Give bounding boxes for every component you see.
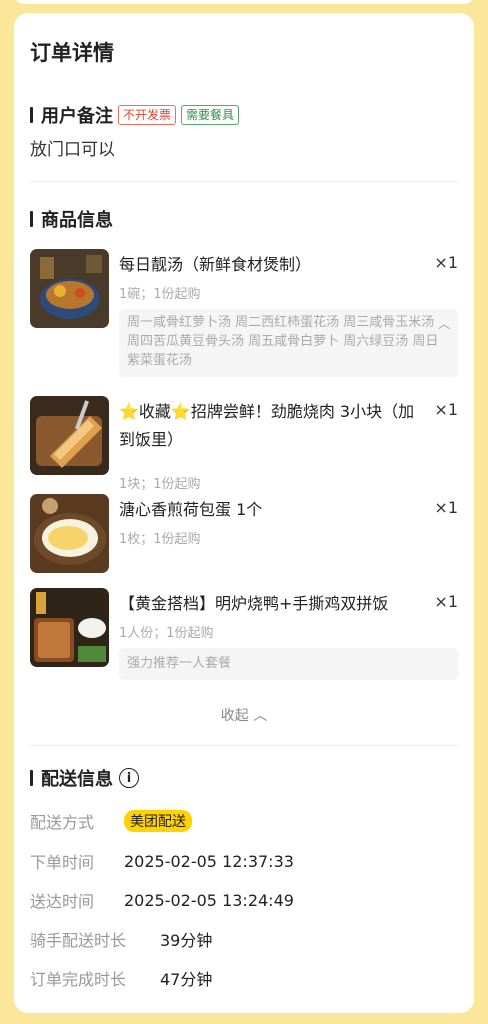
arrive-time-row: 送达时间 2025-02-05 13:24:49 (30, 888, 294, 912)
soup-image (30, 249, 109, 328)
section-marker (30, 770, 33, 786)
product-qty: ×1 (434, 498, 458, 517)
delivery-method-label: 配送方式 (30, 813, 95, 832)
product-name: 【黄金搭档】明炉烧鸭+手撕鸡双拼饭 (119, 594, 389, 613)
complete-duration-value: 47分钟 (160, 970, 213, 989)
need-cutlery-tag: 需要餐具 (181, 105, 240, 125)
product-item[interactable]: 【黄金搭档】明炉烧鸭+手撕鸡双拼饭 ×1 1人份；1份起购 强力推荐一人套餐 (30, 588, 458, 688)
no-invoice-tag: 不开发票 (118, 105, 177, 125)
product-qty: ×1 (434, 400, 458, 419)
rider-duration-value: 39分钟 (160, 931, 213, 950)
product-spec: 1碗；1份起购 (119, 287, 201, 302)
complete-duration-label: 订单完成时长 (30, 970, 127, 989)
complete-duration-row: 订单完成时长 47分钟 (30, 966, 212, 990)
delivery-method-row: 配送方式 美团配送 (30, 809, 192, 833)
remark-text: 放门口可以 (30, 140, 115, 160)
product-description-text: 强力推荐一人套餐 (127, 656, 232, 671)
combo-meal-image (30, 588, 109, 667)
product-description: 强力推荐一人套餐 (119, 648, 458, 680)
rider-duration-label: 骑手配送时长 (30, 931, 127, 950)
collapse-button[interactable]: 收起 ︿ (14, 705, 474, 725)
info-icon[interactable]: i (119, 768, 139, 788)
divider (30, 181, 458, 182)
product-name: 每日靓汤（新鲜食材煲制） (119, 255, 312, 274)
delivery-section-header: 配送信息 i (30, 765, 139, 791)
products-heading: 商品信息 (41, 210, 113, 231)
products-section-header: 商品信息 (30, 206, 113, 232)
product-name: ⭐收藏⭐招牌尝鲜！劲脆烧肉 3小块（加到饭里） (119, 402, 415, 449)
page-title: 订单详情 (30, 41, 114, 65)
product-qty: ×1 (434, 592, 458, 611)
arrive-time-value: 2025-02-05 13:24:49 (124, 890, 294, 910)
order-time-value: 2025-02-05 12:37:33 (124, 851, 294, 871)
product-spec: 1块；1份起购 (119, 477, 201, 492)
remark-heading: 用户备注 (41, 106, 113, 127)
order-time-label: 下单时间 (30, 853, 95, 872)
collapse-label: 收起 (220, 708, 249, 724)
section-marker (30, 211, 33, 227)
section-marker (30, 107, 33, 123)
delivery-method-badge: 美团配送 (124, 810, 192, 832)
roast-pork-image (30, 396, 109, 475)
order-time-row: 下单时间 2025-02-05 12:37:33 (30, 849, 294, 873)
product-item[interactable]: 溏心香煎荷包蛋 1个 ×1 1枚；1份起购 (30, 494, 458, 574)
chevron-up-icon[interactable]: ︿ (438, 315, 450, 334)
product-name: 溏心香煎荷包蛋 1个 (119, 500, 263, 519)
delivery-heading: 配送信息 (41, 769, 113, 790)
product-description-text: 周一咸骨红萝卜汤 周二西红柿蛋花汤 周三咸骨玉米汤 周四苦瓜黄豆骨头汤 周五咸骨… (127, 315, 439, 368)
product-spec: 1枚；1份起购 (119, 532, 201, 547)
order-detail-card: 订单详情 用户备注 不开发票 需要餐具 放门口可以 商品信息 每日靓汤（新鲜食材… (14, 13, 474, 1013)
previous-card-edge (14, 0, 474, 4)
fried-egg-image (30, 494, 109, 573)
rider-duration-row: 骑手配送时长 39分钟 (30, 927, 212, 951)
remark-section-header: 用户备注 不开发票 需要餐具 (30, 102, 240, 128)
divider (30, 745, 458, 746)
product-spec: 1人份；1份起购 (119, 626, 214, 641)
product-item[interactable]: ⭐收藏⭐招牌尝鲜！劲脆烧肉 3小块（加到饭里） ×1 1块；1份起购 (30, 396, 458, 492)
product-item[interactable]: 每日靓汤（新鲜食材煲制） ×1 1碗；1份起购 周一咸骨红萝卜汤 周二西红柿蛋花… (30, 249, 458, 389)
chevron-up-icon: ︿ (253, 708, 268, 724)
product-qty: ×1 (434, 253, 458, 272)
arrive-time-label: 送达时间 (30, 892, 95, 911)
product-description[interactable]: 周一咸骨红萝卜汤 周二西红柿蛋花汤 周三咸骨玉米汤 周四苦瓜黄豆骨头汤 周五咸骨… (119, 309, 458, 377)
